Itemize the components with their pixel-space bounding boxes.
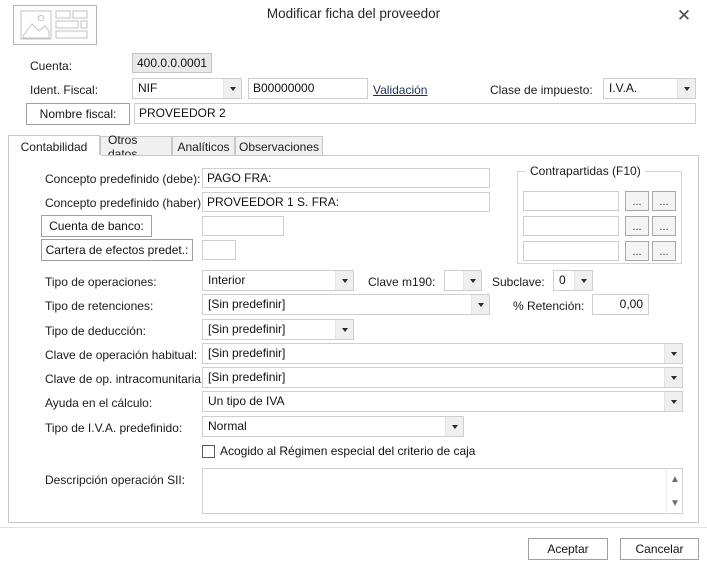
chevron-down-icon	[445, 417, 463, 436]
regimen-caja-checkbox[interactable]	[202, 444, 215, 458]
scroll-down-icon[interactable]: ▼	[667, 495, 683, 511]
ayuda-calculo-value: Un tipo de IVA	[208, 394, 285, 408]
tab-analiticos[interactable]: Analíticos	[172, 136, 235, 156]
tipo-retenciones-value: [Sin predefinir]	[208, 297, 286, 311]
clave-op-intracomunitaria-label: Clave de op. intracomunitaria:	[45, 372, 205, 386]
clase-impuesto-select[interactable]: I.V.A.	[603, 78, 696, 99]
clave-op-habitual-value: [Sin predefinir]	[208, 346, 286, 360]
chevron-down-icon	[223, 79, 241, 98]
subclave-value: 0	[559, 273, 566, 287]
tipo-deduccion-value: [Sin predefinir]	[208, 322, 286, 336]
cartera-efectos-field[interactable]	[202, 240, 236, 260]
chevron-down-icon	[664, 368, 682, 387]
close-icon[interactable]: ✕	[669, 2, 699, 28]
cuenta-label: Cuenta:	[30, 59, 73, 73]
concepto-debe-label: Concepto predefinido (debe):	[45, 172, 201, 186]
concepto-haber-label: Concepto predefinido (haber):	[45, 196, 205, 210]
clave-op-intracomunitaria-value: [Sin predefinir]	[208, 370, 286, 384]
clase-impuesto-label: Clase de impuesto:	[490, 83, 593, 97]
nombre-fiscal-button[interactable]: Nombre fiscal:	[26, 103, 130, 125]
regimen-caja-row[interactable]: Acogido al Régimen especial del criterio…	[202, 444, 475, 458]
tipo-deduccion-label: Tipo de deducción:	[45, 324, 146, 338]
validacion-link[interactable]: Validación	[373, 83, 427, 97]
contrapartida-browse-button-2a[interactable]: ...	[625, 216, 649, 236]
contrapartida-browse-button-1b[interactable]: ...	[652, 191, 676, 211]
ident-fiscal-number-field[interactable]: B00000000	[248, 78, 368, 99]
contrapartida-field-1[interactable]	[523, 191, 619, 211]
clase-impuesto-value: I.V.A.	[609, 81, 638, 95]
tipo-operaciones-label: Tipo de operaciones:	[45, 275, 157, 289]
scroll-up-icon[interactable]: ▲	[667, 471, 683, 487]
tab-otros-datos[interactable]: Otros datos	[100, 133, 172, 161]
clave-op-habitual-select[interactable]: [Sin predefinir]	[202, 343, 683, 364]
regimen-caja-label: Acogido al Régimen especial del criterio…	[220, 444, 476, 458]
accept-button[interactable]: Aceptar	[528, 538, 608, 560]
descripcion-sii-textarea[interactable]: ▲ ▼	[202, 468, 683, 514]
cuenta-field[interactable]: 400.0.0.0001	[132, 53, 212, 73]
title-bar: Modificar ficha del proveedor ✕	[0, 0, 707, 45]
chevron-down-icon	[463, 271, 481, 290]
clave-op-habitual-label: Clave de operación habitual:	[45, 348, 198, 362]
ident-fiscal-type-value: NIF	[138, 81, 158, 95]
clave-m190-select[interactable]	[444, 270, 482, 291]
concepto-haber-field[interactable]: PROVEEDOR 1 S. FRA:	[202, 192, 490, 212]
tipo-iva-label: Tipo de I.V.A. predefinido:	[45, 421, 183, 435]
tipo-iva-value: Normal	[208, 419, 247, 433]
pct-retencion-label: % Retención:	[513, 299, 585, 313]
contrapartidas-group-title: Contrapartidas (F10)	[526, 164, 645, 178]
descripcion-sii-scrollbar[interactable]: ▲ ▼	[666, 469, 682, 513]
clave-m190-label: Clave m190:	[368, 275, 436, 289]
chevron-down-icon	[471, 295, 489, 314]
chevron-down-icon	[335, 271, 353, 290]
concepto-debe-field[interactable]: PAGO FRA:	[202, 168, 490, 188]
contrapartida-browse-button-3b[interactable]: ...	[652, 241, 676, 261]
footer-divider	[0, 527, 707, 528]
supplier-edit-dialog: Modificar ficha del proveedor ✕ Cuenta: …	[0, 0, 707, 565]
chevron-down-icon	[664, 344, 682, 363]
tipo-iva-select[interactable]: Normal	[202, 416, 464, 437]
tipo-operaciones-value: Interior	[208, 273, 246, 287]
contrapartida-field-3[interactable]	[523, 241, 619, 261]
contrapartida-browse-button-1a[interactable]: ...	[625, 191, 649, 211]
ident-fiscal-label: Ident. Fiscal:	[30, 83, 99, 97]
ayuda-calculo-label: Ayuda en el cálculo:	[45, 396, 153, 410]
cuenta-banco-button[interactable]: Cuenta de banco:	[41, 215, 152, 237]
cuenta-banco-field[interactable]	[202, 216, 284, 236]
chevron-down-icon	[574, 271, 592, 290]
chevron-down-icon	[335, 320, 353, 339]
tab-strip: Contabilidad Otros datos Analíticos Obse…	[8, 133, 699, 161]
tab-analiticos-label: Analíticos	[177, 139, 230, 154]
dialog-title: Modificar ficha del proveedor	[266, 6, 441, 21]
ayuda-calculo-select[interactable]: Un tipo de IVA	[202, 391, 683, 412]
subclave-select[interactable]: 0	[553, 270, 593, 291]
chevron-down-icon	[677, 79, 695, 98]
tipo-retenciones-label: Tipo de retenciones:	[45, 299, 154, 313]
tipo-operaciones-select[interactable]: Interior	[202, 270, 354, 291]
tab-contabilidad-label: Contabilidad	[20, 139, 88, 154]
subclave-label: Subclave:	[492, 275, 545, 289]
pct-retencion-field[interactable]: 0,00	[592, 294, 649, 315]
contrapartida-browse-button-2b[interactable]: ...	[652, 216, 676, 236]
tipo-deduccion-select[interactable]: [Sin predefinir]	[202, 319, 354, 340]
cartera-efectos-button[interactable]: Cartera de efectos predet.:	[41, 239, 193, 261]
tab-observaciones-label: Observaciones	[238, 139, 320, 154]
clave-op-intracomunitaria-select[interactable]: [Sin predefinir]	[202, 367, 683, 388]
tipo-retenciones-select[interactable]: [Sin predefinir]	[202, 294, 490, 315]
cancel-button[interactable]: Cancelar	[620, 538, 699, 560]
tab-active-mask	[9, 155, 101, 157]
contrapartida-field-2[interactable]	[523, 216, 619, 236]
nombre-fiscal-field[interactable]: PROVEEDOR 2	[134, 103, 696, 124]
chevron-down-icon	[664, 392, 682, 411]
descripcion-sii-label: Descripción operación SII:	[45, 473, 186, 487]
contrapartida-browse-button-3a[interactable]: ...	[625, 241, 649, 261]
ident-fiscal-type-select[interactable]: NIF	[132, 78, 242, 99]
tab-contabilidad[interactable]: Contabilidad	[8, 135, 100, 157]
tab-observaciones[interactable]: Observaciones	[235, 136, 323, 156]
